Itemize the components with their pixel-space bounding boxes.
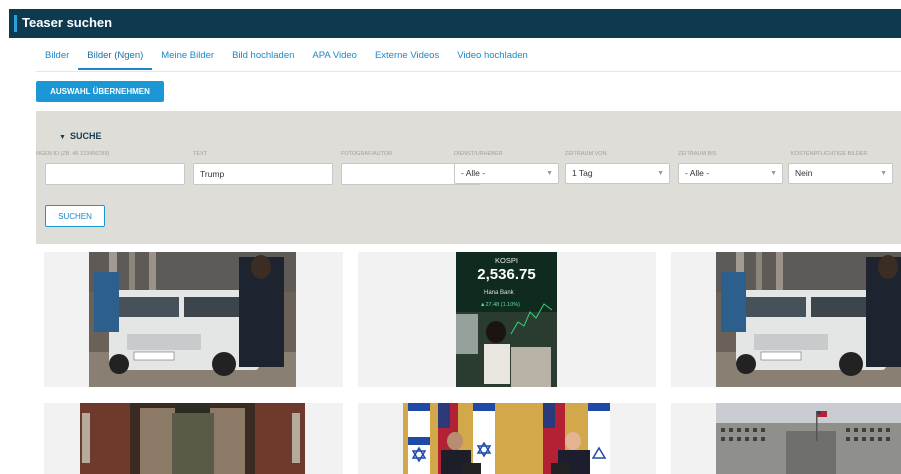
tab-bilder[interactable]: Bilder	[36, 48, 78, 70]
result-card[interactable]	[44, 252, 343, 387]
search-button[interactable]: SUCHEN	[45, 205, 105, 227]
tab-bar-divider	[36, 71, 901, 72]
tab-bar: Bilder Bilder (Ngen) Meine Bilder Bild h…	[36, 48, 537, 70]
chevron-down-icon: ▼	[770, 170, 777, 177]
ngen-id-label: NGEN ID (ZB. 46 123456789)	[36, 151, 110, 157]
tab-externe-videos[interactable]: Externe Videos	[366, 48, 448, 70]
result-card[interactable]	[671, 252, 901, 387]
ngen-id-input[interactable]	[45, 163, 185, 185]
text-label: TEXT	[193, 151, 208, 157]
result-thumbnail-soldier-corridor	[80, 403, 305, 474]
service-select[interactable]: - Alle - ▼	[454, 163, 559, 184]
result-card[interactable]	[358, 403, 656, 474]
result-thumbnail-kospi: KOSPI 2,536.75 Hana Bank ▲27.48 (1.10%)	[456, 252, 557, 387]
header-accent-bar	[14, 15, 17, 32]
result-card[interactable]: KOSPI 2,536.75 Hana Bank ▲27.48 (1.10%)	[358, 252, 656, 387]
date-to-select[interactable]: - Alle - ▼	[678, 163, 783, 184]
kospi-change: ▲27.48 (1.10%)	[480, 302, 520, 308]
chevron-down-icon: ▼	[657, 170, 664, 177]
result-card[interactable]	[44, 403, 343, 474]
date-to-label: ZEITRAUM BIS	[678, 151, 717, 157]
search-heading[interactable]: ▼ SUCHE	[59, 131, 101, 141]
paid-images-select-value: Nein	[795, 168, 813, 178]
text-input[interactable]: Trump	[193, 163, 333, 185]
result-card[interactable]	[671, 403, 901, 474]
kospi-index-label: KOSPI	[495, 256, 518, 265]
tab-bilder-ngen[interactable]: Bilder (Ngen)	[78, 48, 153, 70]
apply-selection-button[interactable]: AUSWAHL ÜBERNEHMEN	[36, 81, 164, 102]
result-thumbnail-press-conference	[403, 403, 610, 474]
date-from-label: ZEITRAUM VON	[565, 151, 607, 157]
tab-bild-hochladen[interactable]: Bild hochladen	[223, 48, 303, 70]
kospi-value: 2,536.75	[477, 266, 536, 283]
chevron-down-icon: ▼	[880, 170, 887, 177]
service-label: DIENST/URHEBER	[454, 151, 503, 157]
tab-meine-bilder[interactable]: Meine Bilder	[152, 48, 223, 70]
photographer-label: FOTOGRAF/AUTOR	[341, 151, 393, 157]
dialog-header: Teaser suchen	[9, 9, 901, 38]
service-select-value: - Alle -	[461, 168, 486, 178]
result-thumbnail-police-jeep	[716, 252, 901, 387]
paid-images-label: KOSTENPFLICHTIGE BILDER	[791, 151, 868, 157]
paid-images-select[interactable]: Nein ▼	[788, 163, 893, 184]
page: Teaser suchen Bilder Bilder (Ngen) Meine…	[0, 0, 901, 474]
result-thumbnail-building	[716, 403, 901, 474]
result-thumbnail-police-jeep	[89, 252, 296, 387]
date-from-select-value: 1 Tag	[572, 168, 593, 178]
search-heading-label: SUCHE	[69, 131, 102, 141]
collapse-triangle-icon: ▼	[59, 134, 66, 141]
search-panel: ▼ SUCHE NGEN ID (ZB. 46 123456789) TEXT F…	[36, 111, 901, 244]
date-to-select-value: - Alle -	[685, 168, 710, 178]
tab-video-hochladen[interactable]: Video hochladen	[448, 48, 537, 70]
dialog-title: Teaser suchen	[22, 15, 113, 30]
date-from-select[interactable]: 1 Tag ▼	[565, 163, 670, 184]
tab-apa-video[interactable]: APA Video	[303, 48, 366, 70]
chevron-down-icon: ▼	[546, 170, 553, 177]
kospi-bank-label: Hana Bank	[484, 290, 514, 296]
